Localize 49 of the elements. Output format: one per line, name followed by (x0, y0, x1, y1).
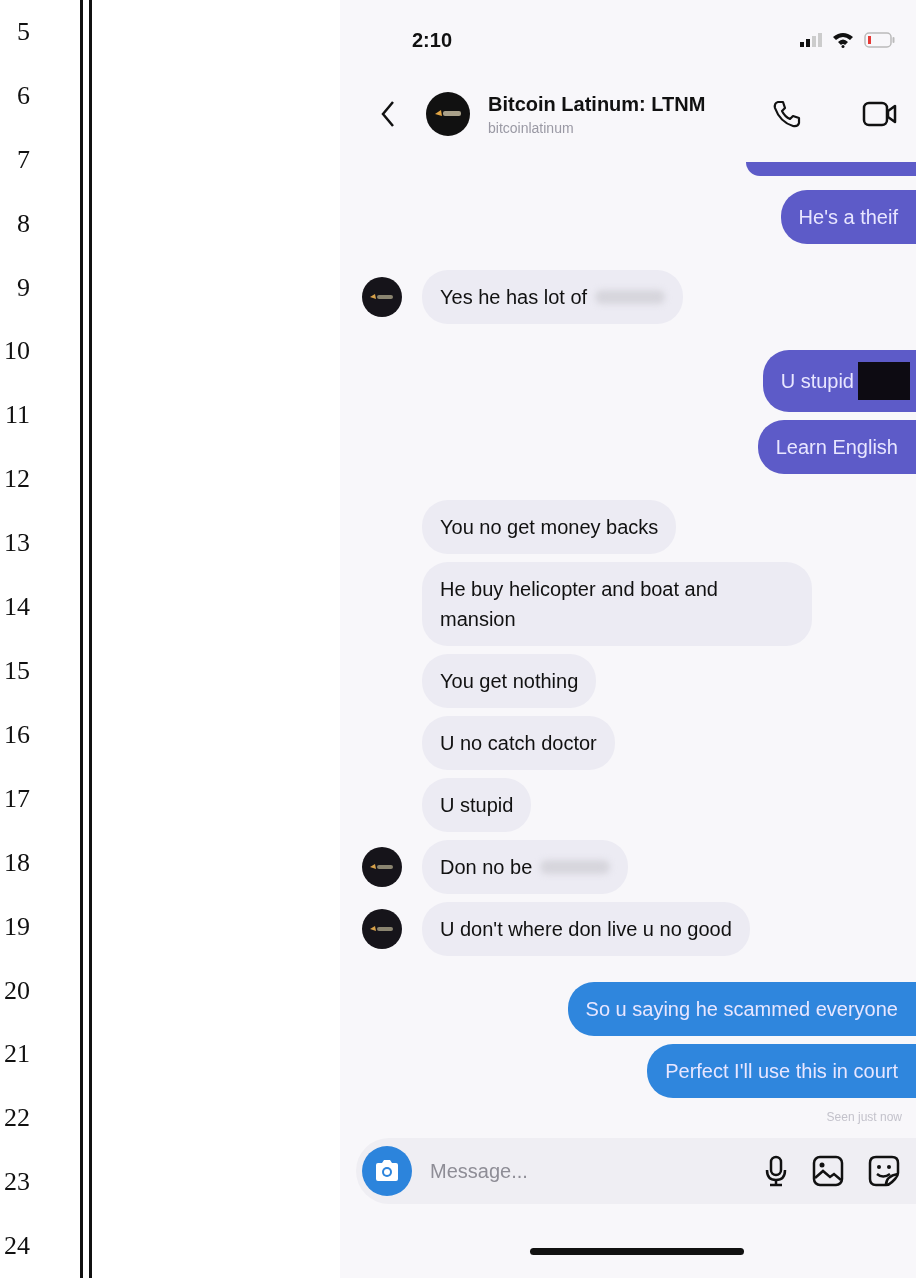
line-number: 6 (16, 79, 30, 112)
back-icon[interactable] (380, 100, 396, 128)
line-number: 24 (3, 1230, 30, 1263)
avatar[interactable] (426, 92, 470, 136)
line-number: 17 (3, 782, 30, 815)
line-number: 10 (3, 335, 30, 368)
battery-icon (864, 32, 896, 48)
sticker-icon[interactable] (868, 1155, 900, 1187)
line-number: 22 (3, 1102, 30, 1135)
line-number: 5 (16, 15, 30, 48)
message-bubble: You no get money backs (422, 500, 677, 554)
line-number: 23 (3, 1166, 30, 1199)
chat-username: bitcoinlatinum (488, 119, 575, 136)
chat-title: Bitcoin Latinum: LTNM (488, 92, 706, 116)
line-number: 13 (3, 527, 30, 560)
line-number: 19 (3, 910, 30, 943)
wifi-icon (832, 32, 854, 48)
message-field[interactable]: Message... (428, 1158, 672, 1184)
message-bubble: He's a theif (780, 190, 916, 244)
line-number: 16 (3, 718, 30, 751)
line-number: 20 (3, 974, 30, 1007)
message-bubble: U no catch doctor (422, 716, 615, 770)
line-number: 8 (16, 207, 30, 240)
message-bubble: He buy helicopter and boat and mansion (422, 562, 812, 646)
line-number: 14 (3, 591, 30, 624)
phone-icon[interactable] (772, 99, 802, 129)
message-bubble: Perfect I'll use this in court (647, 1044, 916, 1098)
message-bubble: You get nothing (422, 654, 597, 708)
image-icon[interactable] (812, 1155, 844, 1187)
line-number: 7 (16, 143, 30, 176)
message-bubble: Yes he has lot of (422, 270, 684, 324)
message-bubble: So u saying he scammed everyone (567, 982, 916, 1036)
message-bubble: Don no be (422, 840, 629, 894)
line-number: 12 (3, 463, 30, 496)
message-bubble: U don't where don live u no good (422, 902, 750, 956)
message-bubble: U stupid (422, 778, 532, 832)
line-number: 9 (16, 271, 30, 304)
signal-icon (800, 33, 822, 47)
message-bubble: Learn English (757, 420, 916, 474)
microphone-icon[interactable] (764, 1155, 788, 1187)
line-number: 11 (3, 399, 30, 432)
camera-button[interactable] (362, 1146, 412, 1196)
camera-icon (373, 1159, 401, 1183)
video-icon[interactable] (862, 100, 898, 128)
line-number: 21 (3, 1038, 30, 1071)
line-number: 18 (3, 846, 30, 879)
message-bubble: U stupid (762, 350, 916, 412)
line-number: 15 (3, 655, 30, 687)
status-time: 2:10 (412, 28, 453, 52)
